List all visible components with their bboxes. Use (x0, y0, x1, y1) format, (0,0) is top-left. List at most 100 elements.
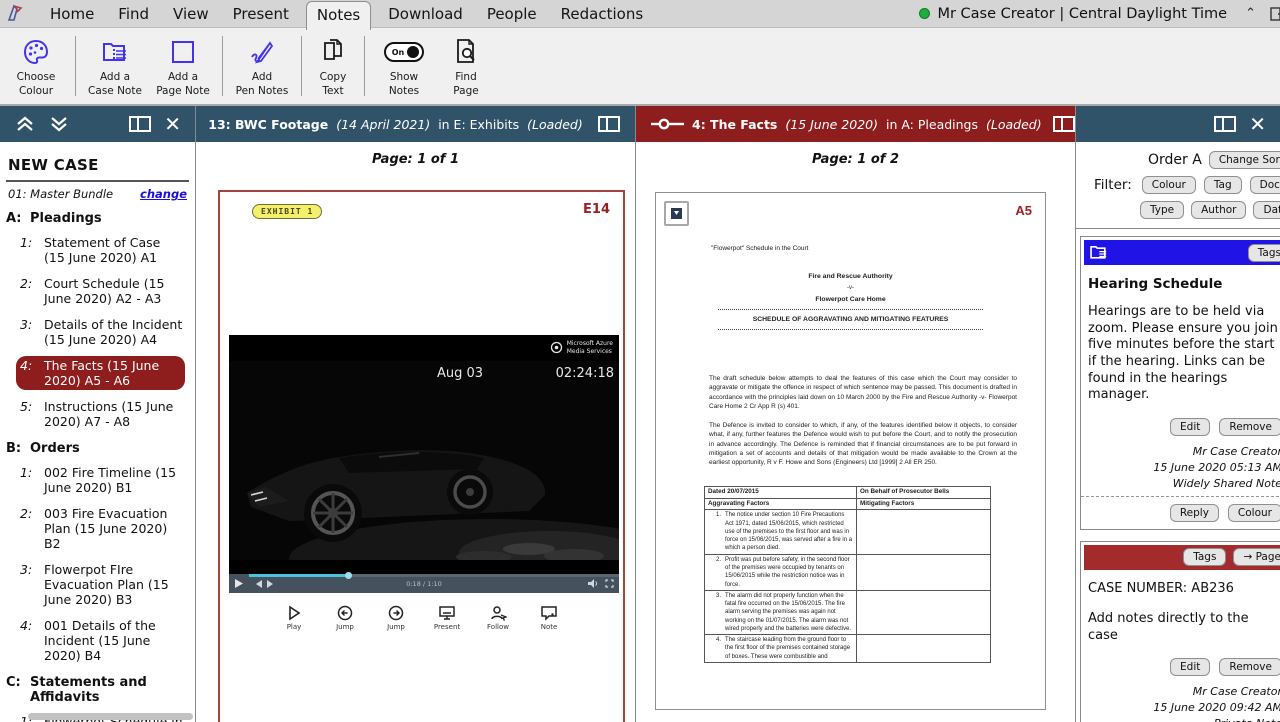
index-item[interactable]: 2: 003 Fire Evacuation Plan (15 June 202… (16, 504, 189, 553)
case-title: NEW CASE (8, 156, 189, 174)
note-title: Hearing Schedule (1088, 276, 1280, 292)
play-button[interactable]: Play (275, 605, 313, 631)
menu-notes-active-tab[interactable]: Notes (306, 1, 371, 30)
choose-colour-button[interactable]: Choose Colour (2, 33, 70, 98)
index-item-selected[interactable]: 4: The Facts (15 June 2020) A5 - A6 (16, 356, 185, 390)
user-menu[interactable]: Mr Case Creator | Central Daylight Time … (919, 6, 1280, 22)
split-view-icon[interactable] (1214, 116, 1236, 132)
bundle-name: 01: Master Bundle (8, 187, 113, 201)
tags-button[interactable]: Tags (1183, 548, 1226, 566)
tool-label: Notes (389, 85, 419, 97)
filter-colour-button[interactable]: Colour (1142, 176, 1196, 194)
index-item[interactable]: 1: Statement of Case (15 June 2020) A1 (16, 233, 189, 267)
index-sidebar-panel: ✕ NEW CASE 01: Master Bundle change A: P… (0, 106, 196, 722)
add-case-note-button[interactable]: Add a Case Note (81, 33, 149, 98)
panel2-header: 4: The Facts (15 June 2020) in A: Pleadi… (636, 106, 1075, 142)
present-button[interactable]: Present (428, 605, 466, 631)
menu-bar: Home Find View Present Notes Download Pe… (0, 0, 1280, 28)
follow-button[interactable]: Follow (479, 605, 517, 631)
remove-note-button[interactable]: Remove (1219, 658, 1280, 676)
order-label: Order A (1148, 152, 1202, 168)
colour-note-button[interactable]: Colour (1228, 504, 1280, 522)
chevron-up-icon[interactable]: ⌃ (1245, 6, 1256, 21)
filter-date-button[interactable]: Date (1253, 201, 1280, 219)
edit-note-button[interactable]: Edit (1170, 658, 1210, 676)
jump-back-button[interactable]: Jump (326, 605, 364, 631)
tool-label: Show (390, 71, 418, 83)
filter-type-button[interactable]: Type (1140, 201, 1184, 219)
show-notes-toggle[interactable]: On Show Notes (370, 33, 438, 98)
section-pleadings[interactable]: A: Pleadings (6, 211, 187, 226)
jump-forward-icon (388, 605, 404, 621)
key-icon[interactable] (651, 117, 685, 131)
night-car-scene (229, 361, 619, 560)
close-icon[interactable]: ✕ (164, 114, 181, 134)
add-page-note-button[interactable]: Add a Page Note (149, 33, 217, 98)
page-reference: A5 (1015, 203, 1032, 218)
jump-forward-button[interactable]: Jump (377, 605, 415, 631)
tool-label: Page Note (156, 85, 210, 97)
menu-download[interactable]: Download (388, 5, 463, 23)
video-control-bar[interactable]: 0:18 / 1:10 (229, 574, 619, 593)
index-item[interactable]: 4: 001 Details of the Incident (15 June … (16, 616, 189, 665)
divider (718, 329, 984, 330)
party-two: Flowerpot Care Home (696, 296, 1005, 303)
toggle-on-icon[interactable]: On (384, 42, 424, 62)
table-header-cell: Dated 20/07/2015 (705, 487, 857, 499)
split-view-icon[interactable] (598, 116, 620, 132)
logout-icon[interactable] (1270, 6, 1280, 22)
menu-redactions[interactable]: Redactions (561, 5, 644, 23)
index-item[interactable]: 2: Court Schedule (15 June 2020) A2 - A3 (16, 274, 189, 308)
gear-icon (550, 341, 563, 354)
panel1-header: 13: BWC Footage (14 April 2021) in E: Ex… (196, 106, 635, 142)
tags-button[interactable]: Tags (1248, 244, 1280, 262)
change-bundle-link[interactable]: change (140, 187, 187, 201)
page-note-marker-icon[interactable] (664, 201, 689, 226)
close-icon[interactable]: ✕ (1249, 114, 1266, 134)
collapse-all-icon[interactable] (15, 115, 35, 133)
index-item[interactable]: 1: 002 Fire Timeline (15 June 2020) B1 (16, 463, 189, 497)
index-item[interactable]: 3: Flowerpot FIre Evacuation Plan (15 Ju… (16, 560, 189, 609)
panel2-title: 4: The Facts (15 June 2020) in A: Pleadi… (692, 117, 1046, 132)
edit-note-button[interactable]: Edit (1170, 418, 1210, 436)
section-statements[interactable]: C: Statements and Affidavits (6, 675, 187, 705)
horizontal-scrollbar[interactable] (28, 713, 193, 720)
add-pen-notes-button[interactable]: Add Pen Notes (228, 33, 296, 98)
filter-document-button[interactable]: Document (1250, 176, 1280, 194)
note-card-case-number: Tags → Page CASE NUMBER: AB236 Add notes… (1080, 541, 1280, 722)
split-view-icon[interactable] (129, 116, 151, 132)
find-page-button[interactable]: Find Page (438, 33, 494, 98)
note-button[interactable]: Note (530, 605, 568, 631)
seek-bar[interactable] (249, 574, 619, 577)
follow-person-icon (490, 605, 507, 621)
filter-tag-button[interactable]: Tag (1204, 176, 1242, 194)
index-item[interactable]: 3: Details of the Incident (15 June 2020… (16, 315, 189, 349)
remove-note-button[interactable]: Remove (1219, 418, 1280, 436)
table-row: 2.Profit was put before safety, in the s… (705, 554, 991, 590)
note-text: CASE NUMBER: AB236 (1088, 581, 1280, 598)
menu-present[interactable]: Present (233, 5, 289, 23)
change-sort-order-button[interactable]: Change Sort Order (1209, 151, 1280, 169)
tool-label: Colour (19, 85, 53, 97)
versus: -v- (696, 285, 1005, 291)
section-orders[interactable]: B: Orders (6, 441, 187, 456)
expand-all-icon[interactable] (49, 115, 69, 133)
split-view-icon[interactable] (1053, 116, 1075, 132)
menu-view[interactable]: View (173, 5, 209, 23)
index-item[interactable]: 5: Instructions (15 June 2020) A7 - A8 (16, 397, 189, 431)
video-player[interactable]: Microsoft Azure Media Services Aug 03 02… (229, 335, 619, 593)
table-header-cell: On Behalf of Prosecutor Bells (857, 487, 991, 499)
table-row: 4.The staircase leading from the ground … (705, 635, 991, 663)
video-time-overlay: 02:24:18 (556, 366, 614, 381)
divider (1081, 496, 1280, 497)
aggravating-mitigating-table: Dated 20/07/2015 On Behalf of Prosecutor… (704, 486, 991, 663)
menu-find[interactable]: Find (118, 5, 149, 23)
goto-page-button[interactable]: → Page (1233, 548, 1280, 566)
menu-people[interactable]: People (487, 5, 537, 23)
filter-author-button[interactable]: Author (1191, 201, 1246, 219)
note-bubble-icon (540, 605, 558, 621)
filter-label: Filter: (1094, 177, 1132, 193)
reply-note-button[interactable]: Reply (1170, 504, 1219, 522)
copy-text-button[interactable]: Copy Text (307, 33, 359, 98)
menu-home[interactable]: Home (50, 5, 94, 23)
